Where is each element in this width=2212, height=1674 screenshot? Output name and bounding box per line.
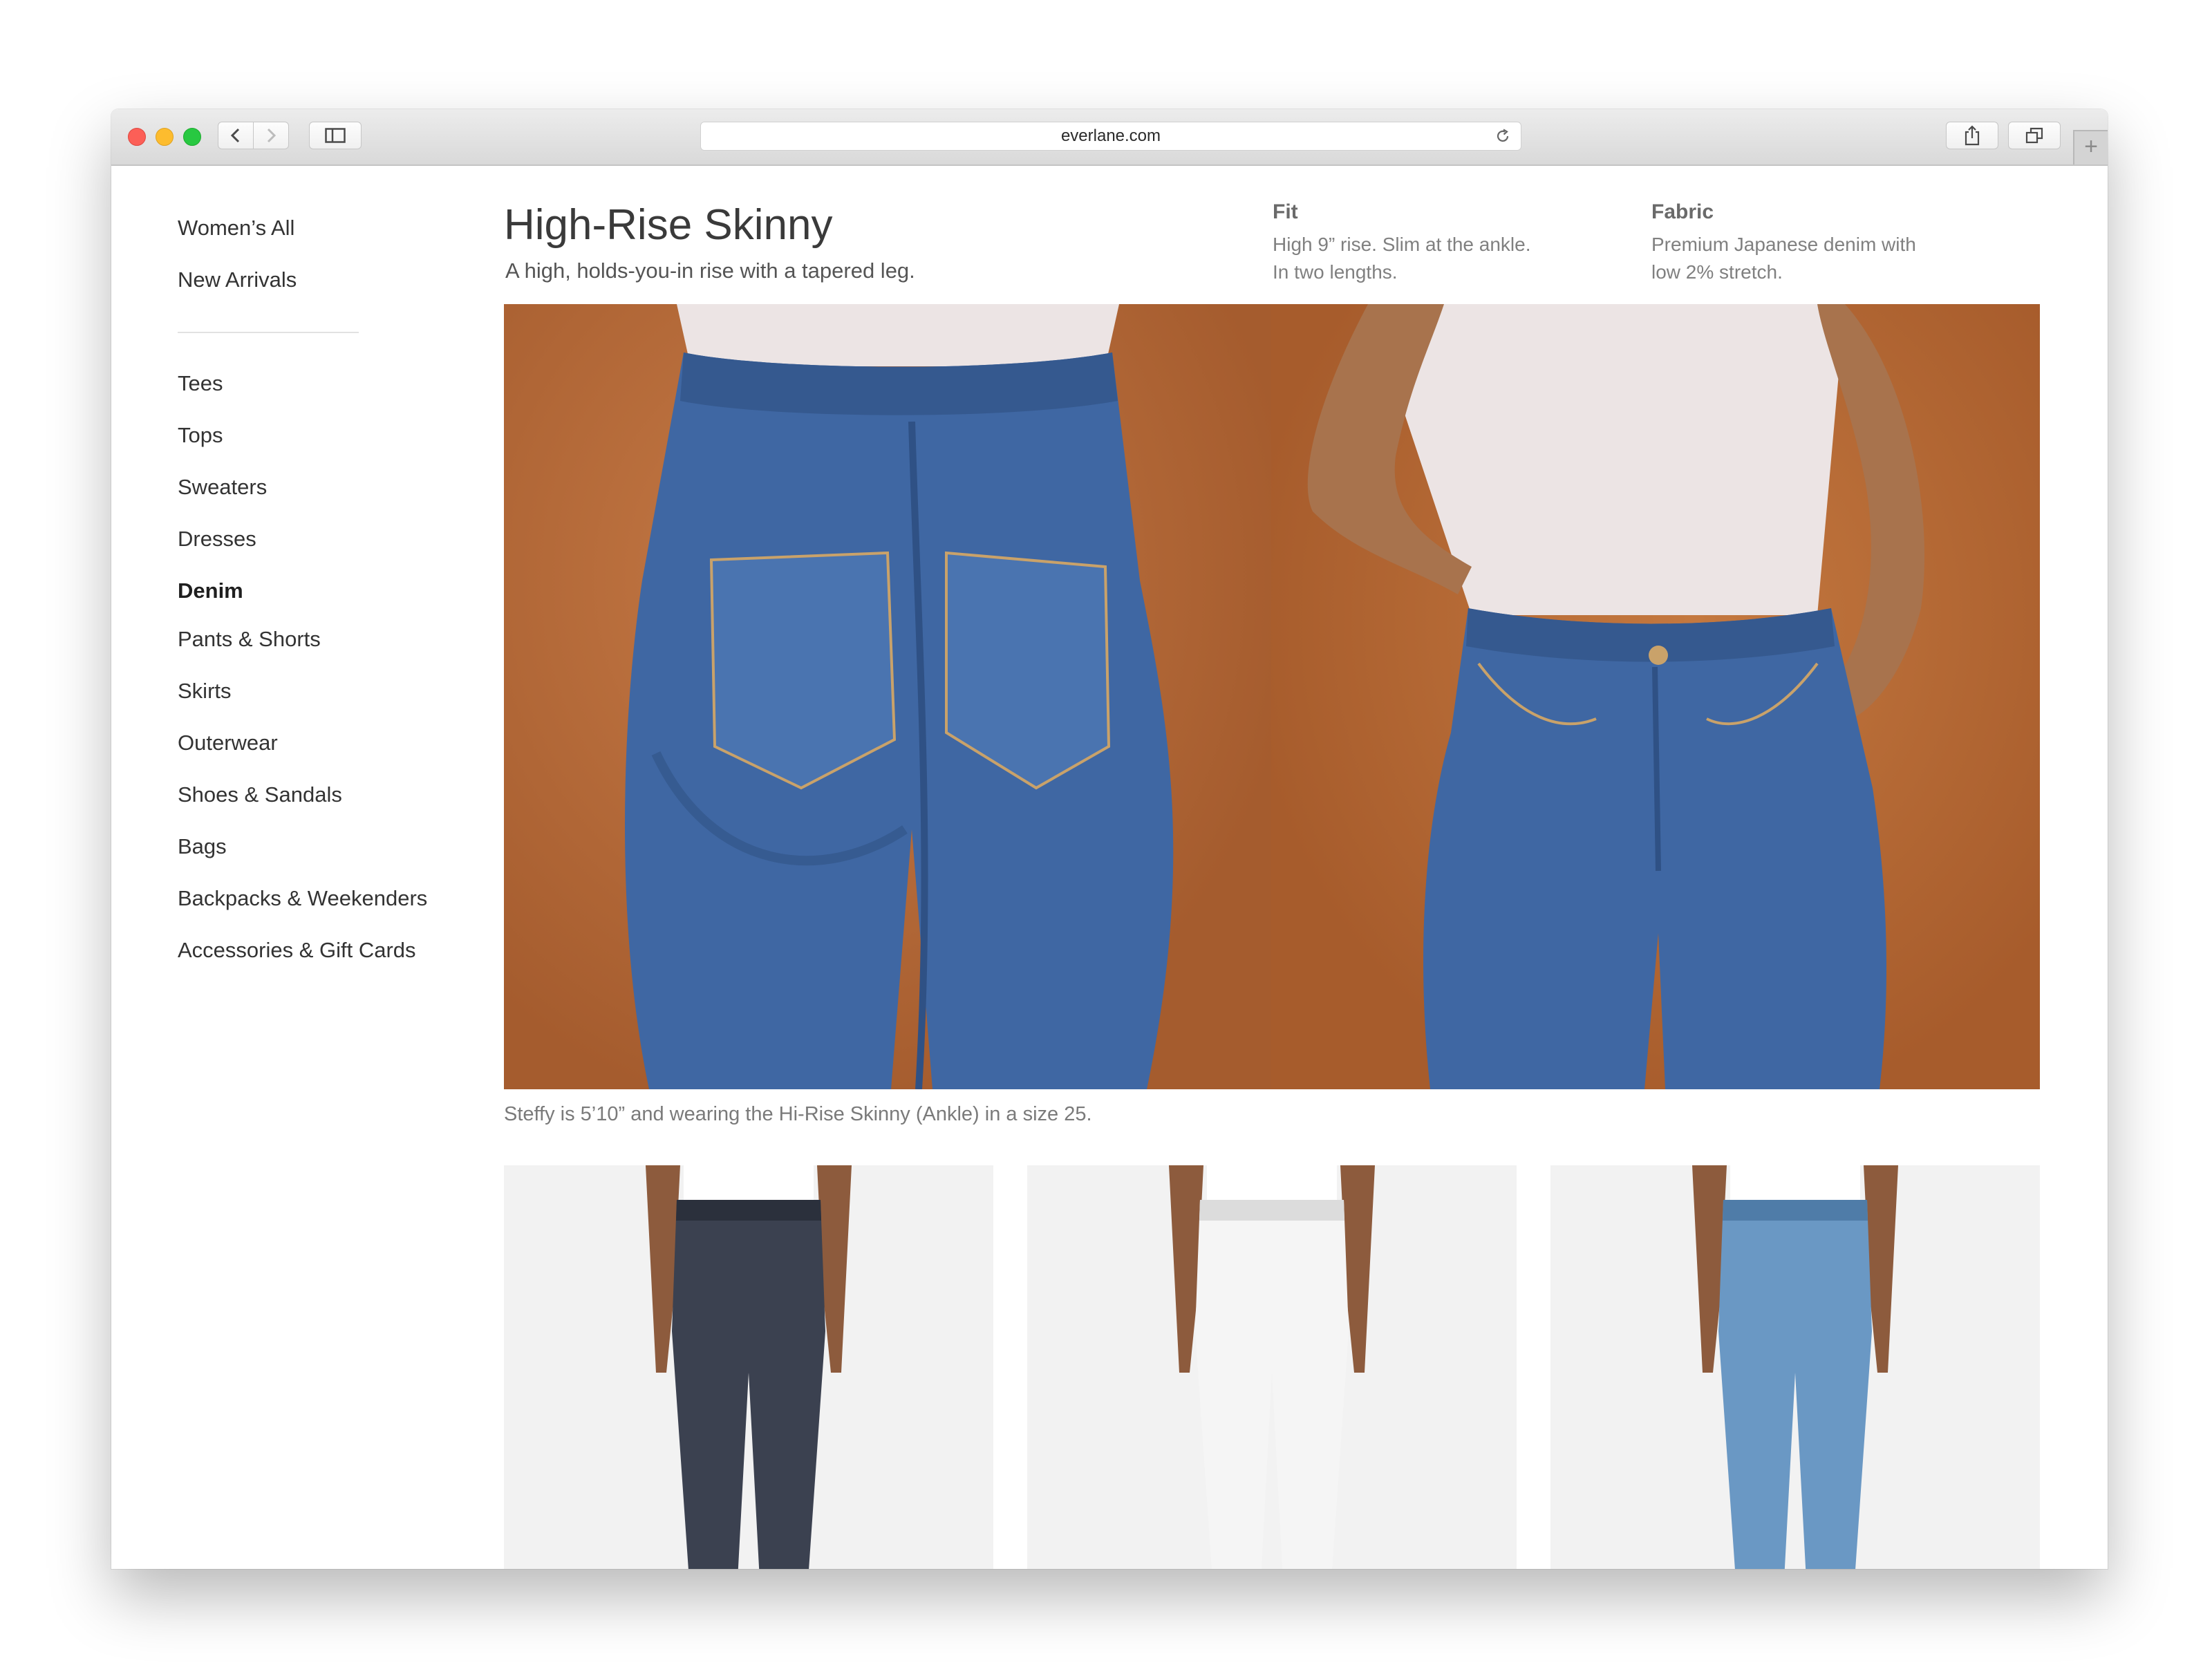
fabric-line-1: Premium Japanese denim with [1651, 234, 1916, 255]
nav-pants-shorts[interactable]: Pants & Shorts [178, 627, 321, 652]
share-button[interactable] [1946, 122, 1998, 149]
sidebar-toggle-button[interactable] [309, 122, 362, 149]
nav-bags[interactable]: Bags [178, 834, 227, 859]
chevron-left-icon [230, 128, 240, 143]
fit-description: High 9” rise. Slim at the ankle. In two … [1273, 231, 1632, 286]
fit-heading: Fit [1273, 200, 1298, 223]
share-icon [1965, 125, 1980, 146]
minimize-window-button[interactable] [156, 128, 174, 146]
nav-new-arrivals[interactable]: New Arrivals [178, 267, 297, 292]
fabric-line-2: low 2% stretch. [1651, 261, 1783, 283]
nav-denim[interactable]: Denim [178, 579, 243, 603]
nav-accessories-gift-cards[interactable]: Accessories & Gift Cards [178, 938, 416, 963]
hero-photo-front-view [1271, 304, 2040, 1089]
sidebar-icon [325, 128, 346, 143]
back-button[interactable] [218, 122, 254, 149]
chevron-right-icon [267, 128, 276, 143]
product-image-dark-rinse [646, 1165, 852, 1569]
close-window-button[interactable] [128, 128, 146, 146]
nav-outerwear[interactable]: Outerwear [178, 731, 278, 755]
reload-icon[interactable] [1494, 128, 1511, 144]
nav-shoes-sandals[interactable]: Shoes & Sandals [178, 782, 342, 807]
hero-caption: Steffy is 5’10” and wearing the Hi-Rise … [504, 1103, 1092, 1125]
new-tab-button[interactable]: + [2073, 130, 2108, 164]
page-title: High-Rise Skinny [504, 201, 833, 249]
tabs-icon [2025, 127, 2043, 144]
fabric-heading: Fabric [1651, 200, 1714, 223]
nav-tees[interactable]: Tees [178, 371, 223, 396]
url-text: everlane.com [1060, 126, 1161, 145]
browser-window: everlane.com + Women’s All New Arrivals … [111, 109, 2108, 1569]
nav-divider [178, 332, 359, 333]
nav-tops[interactable]: Tops [178, 423, 223, 448]
nav-skirts[interactable]: Skirts [178, 679, 232, 704]
fit-line-1: High 9” rise. Slim at the ankle. [1273, 234, 1531, 255]
hero-photo-back-view [504, 304, 1271, 1089]
address-bar[interactable]: everlane.com [700, 122, 1521, 151]
zoom-window-button[interactable] [183, 128, 201, 146]
jeans-back-illustration [625, 304, 1174, 1089]
nav-backpacks-weekenders[interactable]: Backpacks & Weekenders [178, 886, 427, 911]
product-card-white[interactable] [1027, 1165, 1517, 1569]
nav-womens-all[interactable]: Women’s All [178, 216, 294, 241]
fabric-description: Premium Japanese denim with low 2% stret… [1651, 231, 2011, 286]
show-tabs-button[interactable] [2008, 122, 2061, 149]
page-subtitle: A high, holds-you-in rise with a tapered… [505, 258, 915, 283]
jeans-front-illustration [1307, 304, 1925, 1089]
page-content: Women’s All New Arrivals Tees Tops Sweat… [111, 166, 2108, 1569]
product-card-dark-rinse[interactable] [504, 1165, 993, 1569]
fit-line-2: In two lengths. [1273, 261, 1398, 283]
browser-toolbar: everlane.com + [111, 109, 2108, 166]
nav-sweaters[interactable]: Sweaters [178, 475, 267, 500]
forward-button[interactable] [253, 122, 289, 149]
product-image-white [1169, 1165, 1375, 1569]
product-card-light-wash[interactable] [1550, 1165, 2040, 1569]
product-image-light-wash [1692, 1165, 1898, 1569]
hero-image [504, 304, 2040, 1089]
nav-dresses[interactable]: Dresses [178, 527, 256, 552]
